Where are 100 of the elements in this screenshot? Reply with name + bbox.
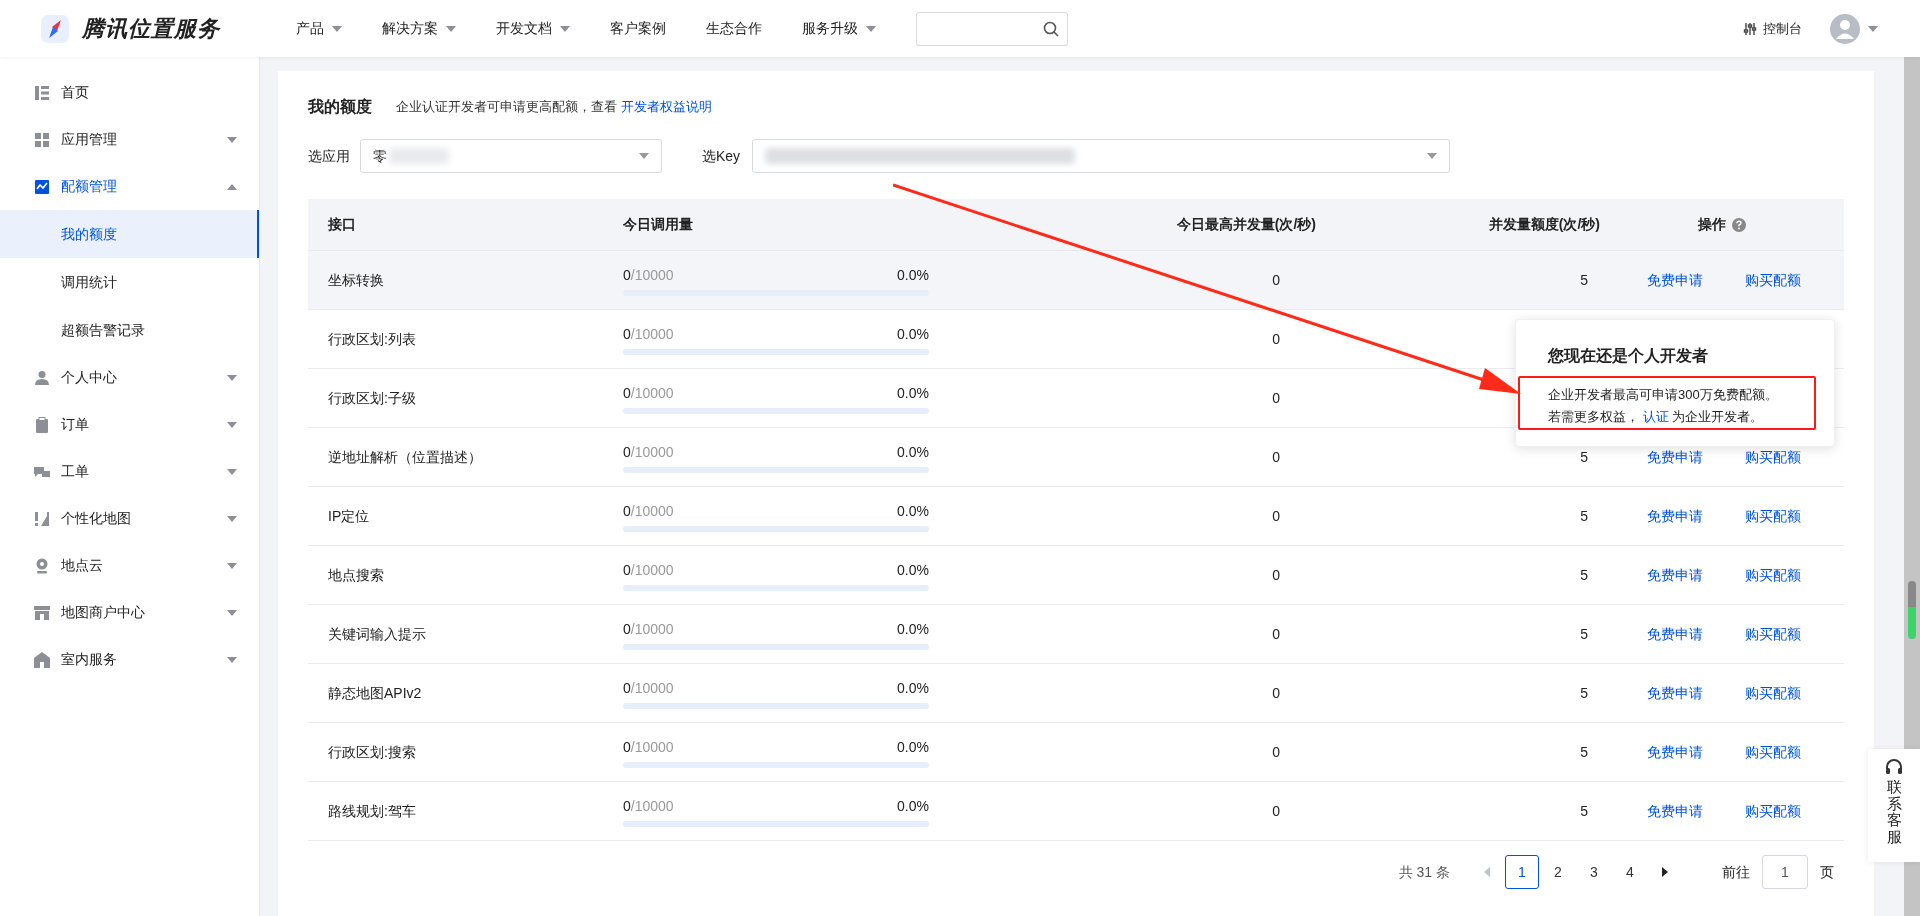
sidebar-item[interactable]: 地图商户中心 <box>0 589 259 636</box>
compass-logo-icon <box>40 13 70 44</box>
action-link[interactable]: 免费申请 <box>1647 623 1703 645</box>
usage-percent: 0.0% <box>897 619 929 639</box>
certify-link[interactable]: 认证 <box>1642 409 1669 424</box>
api-name: 路线规划:驾车 <box>328 802 416 819</box>
usage-percent: 0.0% <box>897 560 929 580</box>
usage-percent: 0.0% <box>897 501 929 521</box>
quota-value: 5 <box>1580 507 1588 524</box>
sliders-icon <box>1743 21 1757 36</box>
action-link[interactable]: 免费申请 <box>1647 564 1703 586</box>
call-count: 0/10000 <box>623 442 674 462</box>
quota-value: 5 <box>1580 625 1588 642</box>
caret-icon <box>1868 25 1878 32</box>
clipboard-icon <box>34 416 50 433</box>
usage-percent: 0.0% <box>897 324 929 344</box>
total-count: 共 31 条 <box>1398 862 1450 882</box>
scroll-thumb <box>1908 581 1916 639</box>
search-field[interactable] <box>916 11 1068 46</box>
action-link[interactable]: 购买配额 <box>1745 682 1801 704</box>
page-title: 我的额度 <box>308 97 372 117</box>
sidebar-item[interactable]: 室内服务 <box>0 636 259 683</box>
usage-percent: 0.0% <box>897 265 929 285</box>
sidebar-item[interactable]: 个性化地图 <box>0 495 259 542</box>
page-input[interactable]: 1 <box>1762 855 1808 889</box>
page-button[interactable]: 2 <box>1541 855 1575 889</box>
column-header: 今日最高并发量(次/秒) <box>1176 216 1316 232</box>
pin-icon <box>34 557 50 574</box>
action-link[interactable]: 免费申请 <box>1647 800 1703 822</box>
sidebar-item[interactable]: 地点云 <box>0 542 259 589</box>
help-icon <box>1732 217 1746 232</box>
sidebar-item[interactable]: 首页 <box>0 69 259 116</box>
call-count: 0/10000 <box>623 619 674 639</box>
nav-menu-item[interactable]: 生态合作 <box>686 0 782 57</box>
usage-percent: 0.0% <box>897 383 929 403</box>
call-count: 0/10000 <box>623 383 674 403</box>
page-button[interactable]: 1 <box>1505 855 1539 889</box>
action-link[interactable]: 免费申请 <box>1647 682 1703 704</box>
avatar-menu[interactable] <box>1830 13 1878 44</box>
app-select[interactable]: 零 <box>360 139 662 173</box>
sidebar-subitem[interactable]: 调用统计 <box>0 258 259 306</box>
peak-value: 0 <box>1272 507 1280 524</box>
action-link[interactable]: 购买配额 <box>1745 741 1801 763</box>
quota-value: 5 <box>1580 743 1588 760</box>
rights-link[interactable]: 开发者权益说明 <box>620 99 712 115</box>
action-link[interactable]: 免费申请 <box>1647 505 1703 527</box>
home-icon <box>34 651 50 668</box>
action-link[interactable]: 购买配额 <box>1745 269 1801 291</box>
quota-value: 5 <box>1580 271 1588 288</box>
action-link[interactable]: 免费申请 <box>1647 446 1703 468</box>
caret-icon <box>639 153 649 159</box>
column-header: 并发量额度(次/秒) <box>1488 216 1600 232</box>
api-name: IP定位 <box>328 507 370 524</box>
call-count: 0/10000 <box>623 324 674 344</box>
sidebar-item[interactable]: 应用管理 <box>0 116 259 163</box>
console-link[interactable]: 控制台 <box>1743 18 1802 39</box>
headset-icon <box>1885 759 1903 775</box>
sidebar-item[interactable]: 个人中心 <box>0 354 259 401</box>
action-link[interactable]: 购买配额 <box>1745 623 1801 645</box>
sidebar-item[interactable]: 工单 <box>0 448 259 495</box>
nav-menu-item[interactable]: 产品 <box>276 0 362 57</box>
sidebar-subitem[interactable]: 超额告警记录 <box>0 306 259 354</box>
quota-value: 5 <box>1580 566 1588 583</box>
action-link[interactable]: 购买配额 <box>1745 800 1801 822</box>
api-name: 静态地图APIv2 <box>328 684 422 701</box>
action-link[interactable]: 购买配额 <box>1745 505 1801 527</box>
peak-value: 0 <box>1272 743 1280 760</box>
action-link[interactable]: 免费申请 <box>1647 741 1703 763</box>
page-button[interactable]: 3 <box>1577 855 1611 889</box>
api-name: 行政区划:列表 <box>328 330 416 347</box>
page-button[interactable]: 4 <box>1613 855 1647 889</box>
nav-menu-item[interactable]: 解决方案 <box>362 0 476 57</box>
app-select-label: 选应用 <box>308 146 350 166</box>
caret-icon <box>1427 153 1438 159</box>
api-name: 逆地址解析（位置描述） <box>328 448 482 465</box>
key-select[interactable] <box>752 139 1451 173</box>
action-link[interactable]: 免费申请 <box>1647 269 1703 291</box>
usage-percent: 0.0% <box>897 442 929 462</box>
column-header: 接口 <box>328 216 356 232</box>
nav-menu-item[interactable]: 开发文档 <box>476 0 590 57</box>
peak-value: 0 <box>1272 566 1280 583</box>
action-link[interactable]: 购买配额 <box>1745 446 1801 468</box>
usage-percent: 0.0% <box>897 678 929 698</box>
nav-menu-item[interactable]: 客户案例 <box>590 0 686 57</box>
quota-value: 5 <box>1580 802 1588 819</box>
call-count: 0/10000 <box>623 796 674 816</box>
nav-menu-item[interactable]: 服务升级 <box>782 0 896 57</box>
sidebar-subitem[interactable]: 我的额度 <box>0 210 259 258</box>
page-note: 企业认证开发者可申请更高配额，查看 开发者权益说明 <box>396 98 712 117</box>
call-count: 0/10000 <box>623 737 674 757</box>
api-name: 地点搜索 <box>328 566 384 583</box>
search-icon <box>1043 20 1059 37</box>
table-row[interactable]: 坐标转换 0/10000 0.0% 0 5 免费申请 购买配额 <box>308 251 1844 310</box>
quota-value: 5 <box>1580 448 1588 465</box>
call-count: 0/10000 <box>623 265 674 285</box>
previous-icon <box>1484 867 1490 877</box>
sidebar-item[interactable]: 订单 <box>0 401 259 448</box>
contact-service-button[interactable]: 联系客服 <box>1868 749 1920 862</box>
action-link[interactable]: 购买配额 <box>1745 564 1801 586</box>
sidebar-item[interactable]: 配额管理 <box>0 163 259 210</box>
